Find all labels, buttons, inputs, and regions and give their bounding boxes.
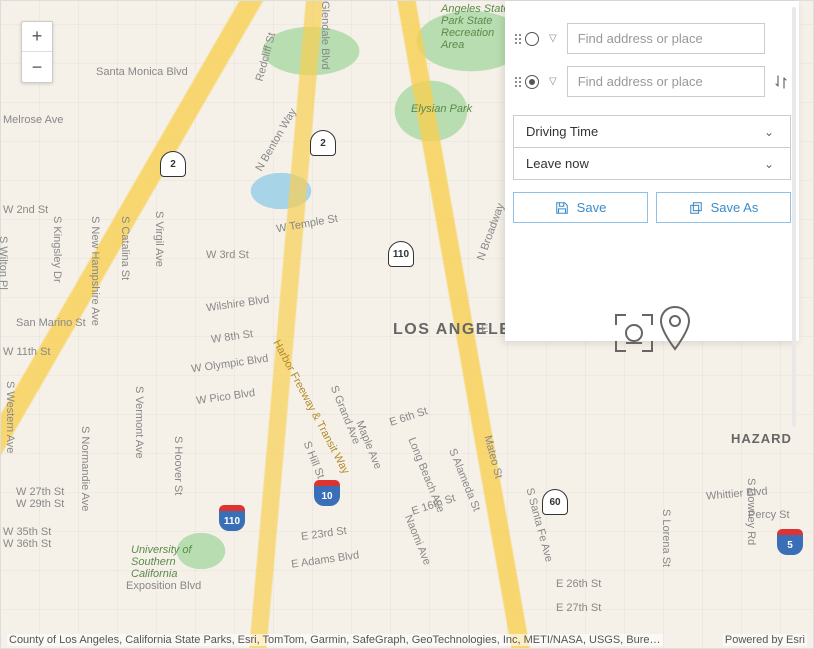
action-row: Save Save As (513, 192, 791, 223)
scrollbar[interactable] (792, 7, 796, 427)
stop-row-origin: ▽ ⇅ (513, 17, 791, 60)
swap-stops-button[interactable] (771, 74, 791, 90)
save-label: Save (577, 200, 607, 215)
attribution-sources: County of Los Angeles, California State … (7, 634, 663, 646)
attribution-esri[interactable]: Powered by Esri (723, 634, 807, 646)
drag-handle-icon[interactable] (513, 34, 519, 44)
origin-marker-icon (525, 32, 539, 46)
save-as-icon (689, 201, 703, 215)
hwy-shield-ca110: 110 (388, 241, 414, 267)
pin-icon (657, 305, 693, 358)
save-as-button[interactable]: Save As (656, 192, 791, 223)
hwy-shield-ca2: 2 (160, 151, 186, 177)
chevron-down-icon: ⌄ (760, 125, 778, 139)
directions-panel: ▽ ⇅ ▽ Driving Time ⌄ Leave now (505, 1, 799, 341)
pin-bracket-icon (614, 313, 654, 358)
hwy-shield-ca2: 2 (310, 130, 336, 156)
depart-mode-select[interactable]: Leave now ⌄ (514, 148, 790, 179)
zoom-in-button[interactable]: + (22, 22, 52, 52)
save-icon (555, 201, 569, 215)
hwy-shield-i10: 10 (314, 480, 340, 506)
hwy-shield-ca60: 60 (542, 489, 568, 515)
save-button[interactable]: Save (513, 192, 648, 223)
hwy-shield-i110: 110 (219, 505, 245, 531)
chevron-down-icon: ⌄ (760, 157, 778, 171)
drag-handle-icon[interactable] (513, 77, 519, 87)
stop-row-destination: ▽ (513, 60, 791, 103)
travel-mode-value: Driving Time (526, 124, 598, 139)
destination-input[interactable] (567, 66, 765, 97)
zoom-control: + − (21, 21, 53, 83)
chevron-down-icon[interactable]: ▽ (545, 76, 561, 87)
options-group: Driving Time ⌄ Leave now ⌄ (513, 115, 791, 180)
destination-marker-icon (525, 75, 539, 89)
chevron-down-icon[interactable]: ▽ (545, 33, 561, 44)
origin-input[interactable] (567, 23, 765, 54)
depart-mode-value: Leave now (526, 156, 589, 171)
map-root: LOS ANGELES HAZARD Elysian Park Angeles … (0, 0, 814, 649)
travel-mode-select[interactable]: Driving Time ⌄ (514, 116, 790, 148)
save-as-label: Save As (711, 200, 759, 215)
zoom-out-button[interactable]: − (22, 52, 52, 82)
attribution-bar: County of Los Angeles, California State … (7, 634, 807, 646)
hwy-shield-i5: 5 (777, 529, 803, 555)
swap-icon (773, 74, 789, 90)
